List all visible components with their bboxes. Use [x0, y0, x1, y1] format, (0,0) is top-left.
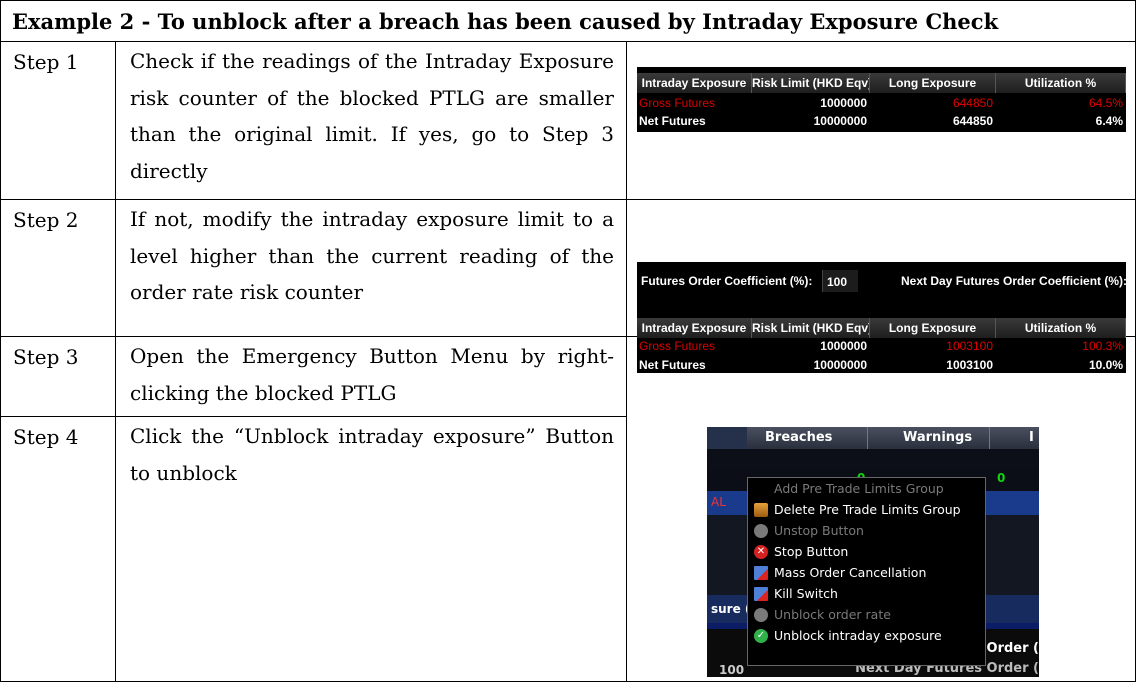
- group-delete-icon: [754, 502, 768, 517]
- col-intraday-exposure: Intraday Exposure: [637, 318, 752, 338]
- tab-fragment[interactable]: sure (: [711, 602, 750, 616]
- row-limit: 10000000: [813, 114, 867, 128]
- col-risk-limit: Risk Limit (HKD Eqv): [752, 318, 870, 338]
- menu-item-kill-switch[interactable]: Kill Switch: [748, 583, 985, 604]
- row-exposure: 644850: [952, 114, 993, 128]
- ptlg-name-fragment: AL: [711, 495, 726, 509]
- col-long-exposure: Long Exposure: [870, 318, 996, 338]
- row-name: Gross Futures: [639, 96, 716, 110]
- stop-icon: ✕: [754, 544, 768, 559]
- menu-item-unblock-intraday-exposure[interactable]: ✓ Unblock intraday exposure: [748, 625, 985, 646]
- row-exposure: 1003100: [946, 339, 993, 353]
- gross-futures-row[interactable]: Gross Futures 1000000 644850 64.5%: [637, 95, 1126, 111]
- futures-coef-input[interactable]: 100: [822, 270, 858, 292]
- coef-value-fragment: 100: [719, 663, 745, 677]
- exposure-grid-header: Intraday Exposure Risk Limit (HKD Eqv) L…: [637, 318, 1126, 338]
- blank-icon: [754, 482, 768, 496]
- step-2-label: Step 2: [0, 199, 116, 337]
- step-4-text: Click the “Unblock intraday exposure” Bu…: [115, 416, 627, 682]
- col-warnings: Warnings: [903, 430, 973, 445]
- col-breaches: Breaches: [765, 430, 833, 445]
- row-name: Net Futures: [639, 114, 706, 128]
- menu-item-unstop[interactable]: Unstop Button: [748, 520, 985, 541]
- row-limit: 10000000: [813, 358, 867, 372]
- step-1-label: Step 1: [0, 41, 116, 200]
- emergency-context-menu: Add Pre Trade Limits Group Delete Pre Tr…: [747, 477, 986, 666]
- unstop-icon: [754, 523, 768, 538]
- net-futures-row-partial[interactable]: Net Futures 10000000 1003100 10.0%: [637, 357, 1126, 373]
- row-limit: 1000000: [820, 339, 867, 353]
- gross-futures-row[interactable]: Gross Futures 1000000 1003100 100.3%: [637, 338, 1126, 354]
- step-2-text: If not, modify the intraday exposure lim…: [115, 199, 627, 337]
- menu-item-stop[interactable]: ✕ Stop Button: [748, 541, 985, 562]
- menu-item-unblock-order-rate[interactable]: Unblock order rate: [748, 604, 985, 625]
- col-utilization: Utilization %: [996, 73, 1126, 93]
- futures-coef-label: Futures Order Coefficient (%):: [641, 274, 813, 288]
- step-4-label: Step 4: [0, 416, 116, 682]
- row-name: Gross Futures: [639, 339, 716, 353]
- row-limit: 1000000: [820, 96, 867, 110]
- kill-switch-icon: [754, 586, 768, 601]
- step-1-text: Check if the readings of the Intraday Ex…: [115, 41, 627, 200]
- mass-cancel-icon: [754, 565, 768, 580]
- order-coef-fragment: ; Order (: [976, 641, 1039, 656]
- menu-item-delete-ptlg[interactable]: Delete Pre Trade Limits Group: [748, 499, 985, 520]
- example-title: Example 2 - To unblock after a breach ha…: [0, 0, 1136, 42]
- col-risk-limit: Risk Limit (HKD Eqv): [752, 73, 870, 93]
- row-utilization: 6.4%: [1095, 114, 1123, 128]
- unblock-exposure-icon: ✓: [754, 628, 768, 643]
- exposure-grid-header: Intraday Exposure Risk Limit (HKD Eqv) L…: [637, 73, 1126, 93]
- step-3-text: Open the Emergency Button Menu by right-…: [115, 336, 627, 417]
- warning-count: 0: [997, 471, 1006, 485]
- row-utilization: 10.0%: [1088, 358, 1123, 372]
- net-futures-row-partial[interactable]: Net Futures 10000000 644850 6.4%: [637, 113, 1126, 129]
- row-exposure: 1003100: [946, 358, 993, 372]
- step-3-label: Step 3: [0, 336, 116, 417]
- unblock-order-rate-icon: [754, 607, 768, 622]
- row-name: Net Futures: [639, 358, 706, 372]
- intraday-exposure-screenshot: Intraday Exposure Risk Limit (HKD Eqv) L…: [637, 67, 1126, 132]
- ptlg-grid-header: Breaches Warnings I: [707, 427, 1039, 449]
- row-exposure: 644850: [952, 96, 993, 110]
- row-utilization: 100.3%: [1082, 339, 1123, 353]
- col-intraday-exposure: Intraday Exposure: [637, 73, 752, 93]
- menu-item-mass-cancel[interactable]: Mass Order Cancellation: [748, 562, 985, 583]
- next-day-coef-label: Next Day Futures Order Coefficient (%):: [901, 274, 1126, 288]
- emergency-menu-screenshot: Breaches Warnings I 0 0 AL sure ( ; Orde…: [707, 427, 1039, 677]
- col-long-exposure: Long Exposure: [870, 73, 996, 93]
- col-utilization: Utilization %: [996, 318, 1126, 338]
- row-utilization: 64.5%: [1088, 96, 1123, 110]
- menu-item-add-ptlg[interactable]: Add Pre Trade Limits Group: [748, 478, 985, 499]
- modified-limit-screenshot: Futures Order Coefficient (%): 100 Next …: [637, 262, 1126, 373]
